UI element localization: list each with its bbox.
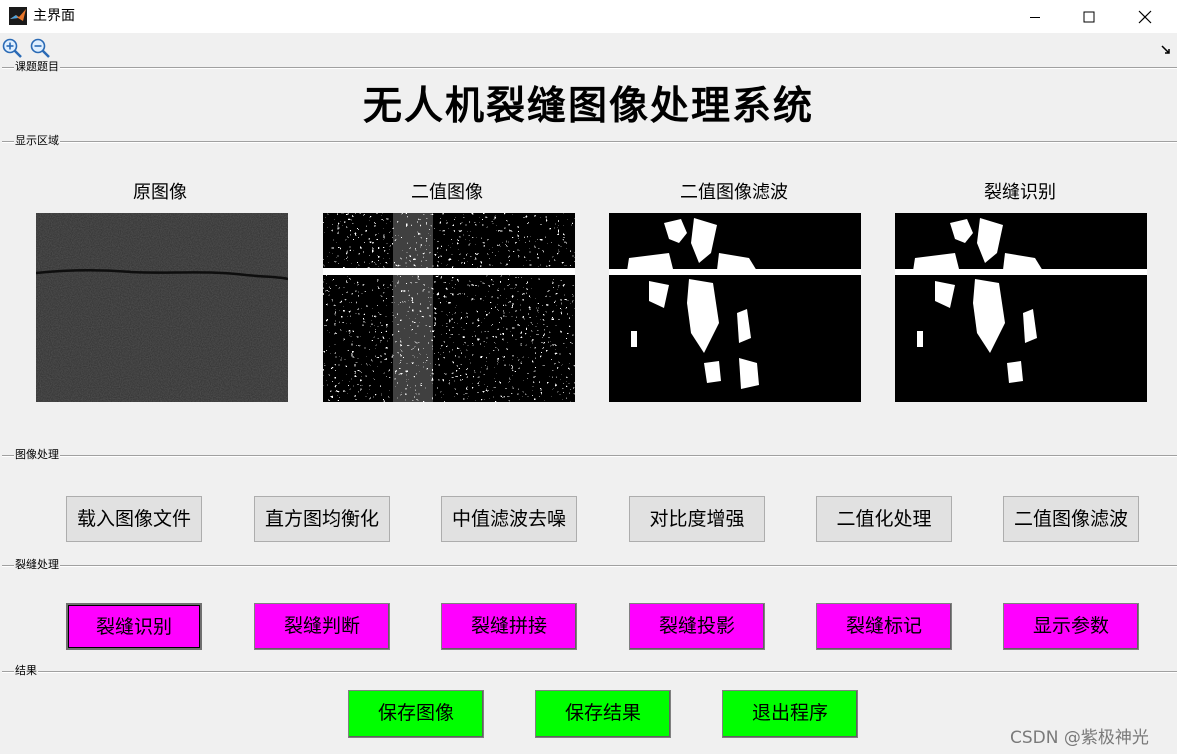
- minimize-button[interactable]: [1012, 0, 1058, 33]
- label-filtered-binary-image: 二值图像滤波: [680, 182, 788, 203]
- watermark: CSDN @紫极神光: [1010, 728, 1149, 748]
- label-binary-image: 二值图像: [411, 182, 483, 203]
- label-crack-recognition: 裂缝识别: [984, 182, 1056, 203]
- close-icon: [1138, 10, 1152, 23]
- panel-legend-result: 结果: [14, 664, 38, 678]
- panel-legend-crack-processing: 裂缝处理: [14, 558, 60, 572]
- zoom-in-icon[interactable]: [1, 37, 23, 59]
- panel-legend-display: 显示区域: [14, 134, 60, 148]
- crack-projection-button[interactable]: 裂缝投影: [629, 603, 765, 650]
- system-title: 无人机裂缝图像处理系统: [362, 83, 814, 129]
- crack-stitching-button[interactable]: 裂缝拼接: [441, 603, 577, 650]
- histogram-equalization-button[interactable]: 直方图均衡化: [254, 496, 390, 542]
- zoom-out-icon[interactable]: [29, 37, 51, 59]
- median-filter-denoise-button[interactable]: 中值滤波去噪: [441, 496, 577, 542]
- window-title-bar: 主界面: [0, 0, 1177, 33]
- maximize-icon: [1083, 11, 1095, 22]
- original-image: [36, 213, 288, 402]
- binarize-button[interactable]: 二值化处理: [816, 496, 952, 542]
- crack-recognition-image: [895, 213, 1147, 402]
- exit-program-button[interactable]: 退出程序: [722, 690, 858, 738]
- save-image-button[interactable]: 保存图像: [348, 690, 484, 738]
- crack-recognition-button[interactable]: 裂缝识别: [66, 603, 202, 650]
- close-button[interactable]: [1122, 0, 1168, 33]
- minimize-icon: [1030, 16, 1040, 18]
- window-title: 主界面: [33, 8, 75, 24]
- binary-image-filter-button[interactable]: 二值图像滤波: [1003, 496, 1139, 542]
- crack-judgment-button[interactable]: 裂缝判断: [254, 603, 390, 650]
- maximize-button[interactable]: [1066, 0, 1112, 33]
- save-result-button[interactable]: 保存结果: [535, 690, 671, 738]
- figure-toolbar: [0, 33, 1177, 63]
- dock-arrow-icon[interactable]: [1160, 43, 1172, 55]
- load-image-button[interactable]: 载入图像文件: [66, 496, 202, 542]
- contrast-enhance-button[interactable]: 对比度增强: [629, 496, 765, 542]
- show-parameters-button[interactable]: 显示参数: [1003, 603, 1139, 650]
- filtered-binary-image: [609, 213, 861, 402]
- binary-image: [323, 213, 575, 402]
- label-original-image: 原图像: [133, 182, 187, 203]
- panel-legend-title: 课题题目: [14, 60, 60, 74]
- panel-legend-image-processing: 图像处理: [14, 448, 60, 462]
- matlab-logo-icon: [9, 7, 27, 25]
- crack-marking-button[interactable]: 裂缝标记: [816, 603, 952, 650]
